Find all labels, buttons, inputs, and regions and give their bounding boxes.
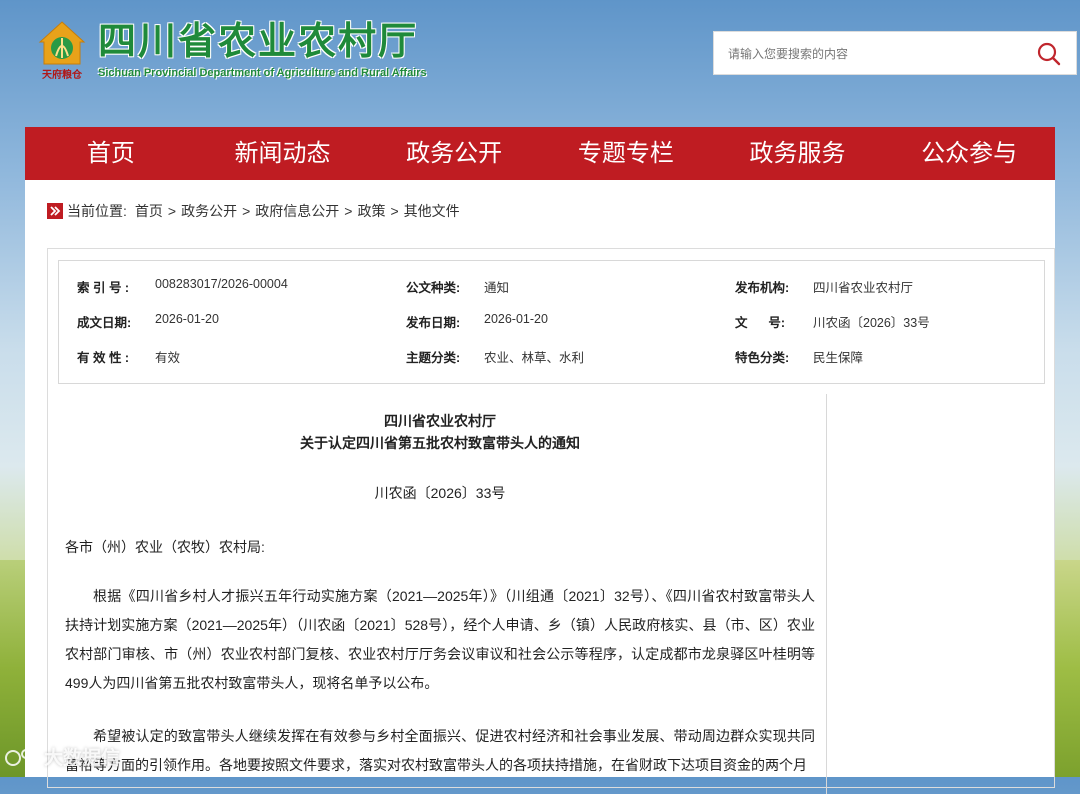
watermark: 大数据信	[4, 743, 120, 770]
breadcrumb-separator: >	[242, 203, 251, 219]
breadcrumb-label: 当前位置:	[67, 203, 127, 219]
content-divider	[826, 394, 827, 794]
content-panel: 当前位置: 首页 > 政务公开 > 政府信息公开 > 政策 > 其他文件 索 引…	[25, 180, 1055, 794]
meta-publisher-label: 发布机构:	[735, 281, 790, 295]
document-number: 川农函〔2026〕33号	[374, 485, 506, 501]
document-metadata: 索 引 号 : 008283017/2026-00004 公文种类: 通知 发布…	[58, 260, 1045, 384]
nav-item-public-affairs[interactable]: 政务公开	[368, 127, 540, 180]
meta-index-value: 008283017/2026-00004	[155, 277, 288, 291]
meta-published-label: 发布日期:	[406, 316, 461, 330]
breadcrumb-separator: >	[344, 203, 353, 219]
meta-created-label: 成文日期:	[77, 316, 132, 330]
watermark-logo-icon	[5, 748, 40, 766]
watermark-text: 大数据信	[44, 748, 121, 769]
document-paragraph: 希望被认定的致富带头人继续发挥在有效参与乡村全面振兴、促进农村经济和社会事业发展…	[65, 728, 815, 773]
meta-validity-label: 有 效 性 :	[77, 351, 130, 365]
search-icon[interactable]	[1036, 41, 1062, 67]
meta-publisher-value: 四川省农业农村厅	[813, 281, 914, 295]
site-title[interactable]: 四川省农业农村厅	[98, 20, 418, 64]
meta-index-label: 索 引 号 :	[77, 281, 130, 295]
breadcrumb-other-docs[interactable]: 其他文件	[404, 201, 460, 221]
document-paragraph: 根据《四川省乡村人才振兴五年行动实施方案（2021—2025年）》（川组通〔20…	[65, 588, 815, 691]
breadcrumb-home[interactable]: 首页	[135, 201, 163, 221]
meta-topic-value: 农业、林草、水利	[484, 351, 585, 365]
nav-item-special-topics[interactable]: 专题专栏	[540, 127, 712, 180]
search-input[interactable]	[726, 42, 1030, 66]
document-addressee: 各市（州）农业（农牧）农村局:	[65, 539, 265, 555]
nav-item-services[interactable]: 政务服务	[712, 127, 884, 180]
meta-validity-value: 有效	[155, 351, 181, 365]
breadcrumb-gov-info[interactable]: 政府信息公开	[255, 201, 339, 221]
nav-item-news[interactable]: 新闻动态	[197, 127, 369, 180]
search-box	[713, 31, 1077, 75]
meta-topic-label: 主题分类:	[406, 351, 461, 365]
breadcrumb-separator: >	[167, 203, 177, 219]
site-header: 天府粮仓 四川省农业农村厅 Sichuan Provincial Departm…	[0, 0, 1080, 128]
breadcrumb-separator: >	[390, 203, 399, 219]
meta-doctype-label: 公文种类:	[406, 281, 461, 295]
double-chevron-right-icon	[47, 203, 63, 219]
breadcrumb: 当前位置: 首页 > 政务公开 > 政府信息公开 > 政策 > 其他文件	[47, 202, 460, 220]
nav-item-home[interactable]: 首页	[25, 127, 197, 180]
document-title-line2: 关于认定四川省第五批农村致富带头人的通知	[300, 435, 580, 451]
meta-doctype-value: 通知	[484, 281, 510, 295]
meta-created-value: 2026-01-20	[155, 312, 219, 326]
meta-docno-label: 文 号:	[735, 316, 786, 330]
site-subtitle: Sichuan Provincial Department of Agricul…	[98, 67, 427, 79]
document-body: 四川省农业农村厅 关于认定四川省第五批农村致富带头人的通知 川农函〔2026〕3…	[65, 410, 815, 780]
department-logo-icon[interactable]: 天府粮仓	[36, 20, 88, 86]
main-nav: 首页 新闻动态 政务公开 专题专栏 政务服务 公众参与	[25, 127, 1055, 180]
meta-special-value: 民生保障	[813, 351, 864, 365]
meta-published-value: 2026-01-20	[484, 312, 548, 326]
logo-caption: 天府粮仓	[42, 68, 83, 81]
background-field-right	[1054, 560, 1080, 777]
meta-docno-value: 川农函〔2026〕33号	[813, 316, 930, 330]
nav-item-participation[interactable]: 公众参与	[883, 127, 1055, 180]
document-title: 四川省农业农村厅 关于认定四川省第五批农村致富带头人的通知	[65, 410, 815, 454]
breadcrumb-policy[interactable]: 政策	[357, 201, 385, 221]
meta-special-label: 特色分类:	[735, 351, 790, 365]
breadcrumb-public-affairs[interactable]: 政务公开	[181, 201, 237, 221]
document-title-line1: 四川省农业农村厅	[384, 413, 496, 429]
